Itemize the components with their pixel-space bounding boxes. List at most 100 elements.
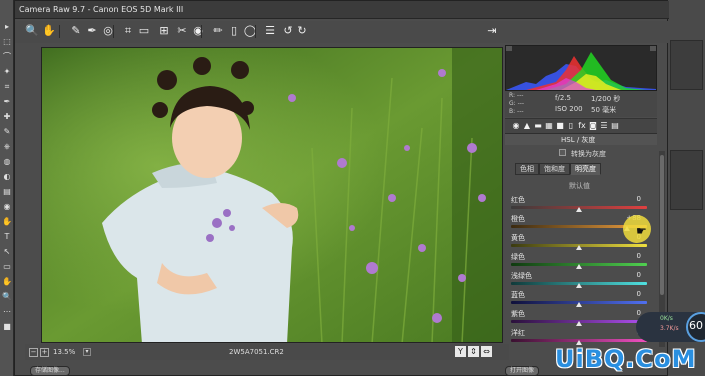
slider-thumb[interactable] — [576, 264, 582, 269]
slider-label: 洋红 — [511, 329, 525, 337]
toolbar-separator — [113, 25, 114, 38]
readout-r: R: --- — [509, 92, 524, 99]
hsl-panel-title: HSL / 灰度 — [561, 136, 596, 144]
ps-tool-icon[interactable]: ⎈ — [2, 142, 12, 152]
histogram — [505, 45, 657, 91]
ps-tool-icon[interactable]: ✒ — [2, 97, 12, 107]
zoom-icon[interactable]: 🔍 — [25, 24, 39, 38]
crop-icon[interactable]: ⌗ — [121, 24, 135, 38]
slider-label: 绿色 — [511, 253, 525, 261]
slider-thumb[interactable] — [576, 283, 582, 288]
panel-tabs: ◉ ▲ ▬ ▦ ■ ▯ fx ◙ ☰ ▤ — [505, 118, 657, 133]
ps-tool-icon[interactable]: ▤ — [2, 187, 12, 197]
adjustment-brush-icon[interactable]: ✏ — [211, 24, 225, 38]
scroll-thumb[interactable] — [660, 155, 664, 295]
ps-tool-icon[interactable]: ◉ — [2, 202, 12, 212]
ps-panel-box — [670, 40, 703, 90]
ps-tool-icon[interactable]: ⬚ — [2, 37, 12, 47]
hand-icon[interactable]: ✋ — [42, 24, 56, 38]
zoom-level: 13.5% — [53, 348, 76, 356]
default-link[interactable]: 默认值 — [569, 181, 590, 191]
ps-tool-icon[interactable]: ▭ — [2, 262, 12, 272]
window-title: Camera Raw 9.7 - Canon EOS 5D Mark III — [19, 5, 184, 14]
convert-gray-row[interactable]: 转换为灰度 — [505, 147, 657, 159]
slider-value[interactable]: 0 — [621, 271, 641, 279]
slider-thumb[interactable] — [576, 302, 582, 307]
ps-tool-icon[interactable]: ✋ — [2, 277, 12, 287]
effects-icon[interactable]: fx — [577, 121, 587, 131]
lens-icon[interactable]: ▯ — [566, 121, 576, 131]
color-sampler-icon[interactable]: ✒ — [85, 24, 99, 38]
rotate-ccw-icon[interactable]: ↺ — [281, 24, 295, 38]
tab-saturation[interactable]: 饱和度 — [539, 163, 570, 175]
straighten-icon[interactable]: ▭ — [137, 24, 151, 38]
rotate-cw-icon[interactable]: ↻ — [295, 24, 309, 38]
ps-tool-icon[interactable]: ✦ — [2, 67, 12, 77]
slider-label: 橙色 — [511, 215, 525, 223]
view-compare-button[interactable]: ⇕ — [468, 346, 479, 357]
ps-tool-icon[interactable]: ⌗ — [2, 82, 12, 92]
slider-thumb[interactable] — [576, 245, 582, 250]
ps-tool-icon[interactable]: ⌒ — [2, 52, 12, 62]
slider-value[interactable]: 0 — [621, 252, 641, 260]
photoshop-toolbar: ▸ ⬚ ⌒ ✦ ⌗ ✒ ✚ ✎ ⎈ ◍ ◐ ▤ ◉ ✋ T ↖ ▭ ✋ 🔍 ⋯ ■ — [0, 0, 14, 376]
upload-speed: 0K/s — [660, 315, 673, 322]
preferences-icon[interactable]: ☰ — [263, 24, 277, 38]
zoom-out-button[interactable]: − — [29, 348, 38, 357]
file-name: 2W5A7051.CR2 — [229, 348, 284, 356]
ps-tool-icon[interactable]: ↖ — [2, 247, 12, 257]
photo-image — [42, 48, 502, 342]
save-image-button[interactable]: 存储图像... — [30, 366, 70, 376]
hsl-icon[interactable]: ▦ — [544, 121, 554, 131]
slider-value[interactable]: 0 — [621, 309, 641, 317]
slider-thumb[interactable] — [576, 207, 582, 212]
tab-luminance[interactable]: 明亮度 — [570, 163, 601, 175]
zoom-in-button[interactable]: + — [40, 348, 49, 357]
download-speed: 3.7K/s — [660, 325, 679, 332]
info-readout: R: --- G: --- B: --- f/2.5 1/200 秒 ISO 2… — [505, 91, 657, 117]
white-balance-icon[interactable]: ✎ — [69, 24, 83, 38]
readout-g: G: --- — [509, 100, 525, 107]
convert-gray-checkbox[interactable] — [559, 149, 566, 156]
detail-icon[interactable]: ▬ — [533, 121, 543, 131]
network-percent: 60 — [689, 319, 703, 332]
readout-b: B: --- — [509, 108, 524, 115]
focal-length: 50 毫米 — [591, 106, 617, 114]
snapshots-icon[interactable]: ▤ — [610, 121, 620, 131]
split-toning-icon[interactable]: ■ — [555, 121, 565, 131]
ps-tool-icon[interactable]: 🔍 — [2, 292, 12, 302]
red-eye-icon[interactable]: ◉ — [191, 24, 205, 38]
histogram-graph — [506, 46, 656, 90]
photo-preview[interactable] — [41, 47, 503, 343]
ps-tool-icon[interactable]: ✚ — [2, 112, 12, 122]
open-image-button[interactable]: 打开图像 — [505, 366, 540, 376]
graduated-filter-icon[interactable]: ▯ — [227, 24, 241, 38]
tone-curve-icon[interactable]: ▲ — [522, 121, 532, 131]
ps-tool-icon[interactable]: ◍ — [2, 157, 12, 167]
ps-tool-icon[interactable]: ◐ — [2, 172, 12, 182]
slider-value[interactable]: 0 — [621, 195, 641, 203]
ps-tool-icon[interactable]: T — [2, 232, 12, 242]
view-toggle-button[interactable]: Y — [455, 346, 466, 357]
transform-icon[interactable]: ⊞ — [157, 24, 171, 38]
slider-value[interactable]: 0 — [621, 290, 641, 298]
status-bar: − + 13.5% ▾ 2W5A7051.CR2 Y ⇕ ⇔ — [25, 344, 509, 360]
zoom-dropdown[interactable]: ▾ — [83, 348, 91, 356]
ps-tool-icon[interactable]: ✎ — [2, 127, 12, 137]
slider-label: 紫色 — [511, 310, 525, 318]
basic-icon[interactable]: ◉ — [511, 121, 521, 131]
toolbar-separator — [201, 25, 202, 38]
ps-tool-icon[interactable]: ✋ — [2, 217, 12, 227]
ps-tool-icon[interactable]: ⋯ — [2, 307, 12, 317]
ps-tool-icon[interactable]: ■ — [2, 322, 12, 332]
ps-tool-icon[interactable]: ▸ — [2, 22, 12, 32]
camera-calibration-icon[interactable]: ◙ — [588, 121, 598, 131]
slider-label: 蓝色 — [511, 291, 525, 299]
open-in-photoshop-icon[interactable]: ⇥ — [485, 24, 499, 38]
camera-raw-window: Camera Raw 9.7 - Canon EOS 5D Mark III 🔍… — [14, 0, 669, 376]
tab-hue[interactable]: 色相 — [515, 163, 539, 175]
presets-icon[interactable]: ☰ — [599, 121, 609, 131]
spot-removal-icon[interactable]: ✂ — [175, 24, 189, 38]
view-swap-button[interactable]: ⇔ — [481, 346, 492, 357]
slider-thumb[interactable] — [576, 321, 582, 326]
